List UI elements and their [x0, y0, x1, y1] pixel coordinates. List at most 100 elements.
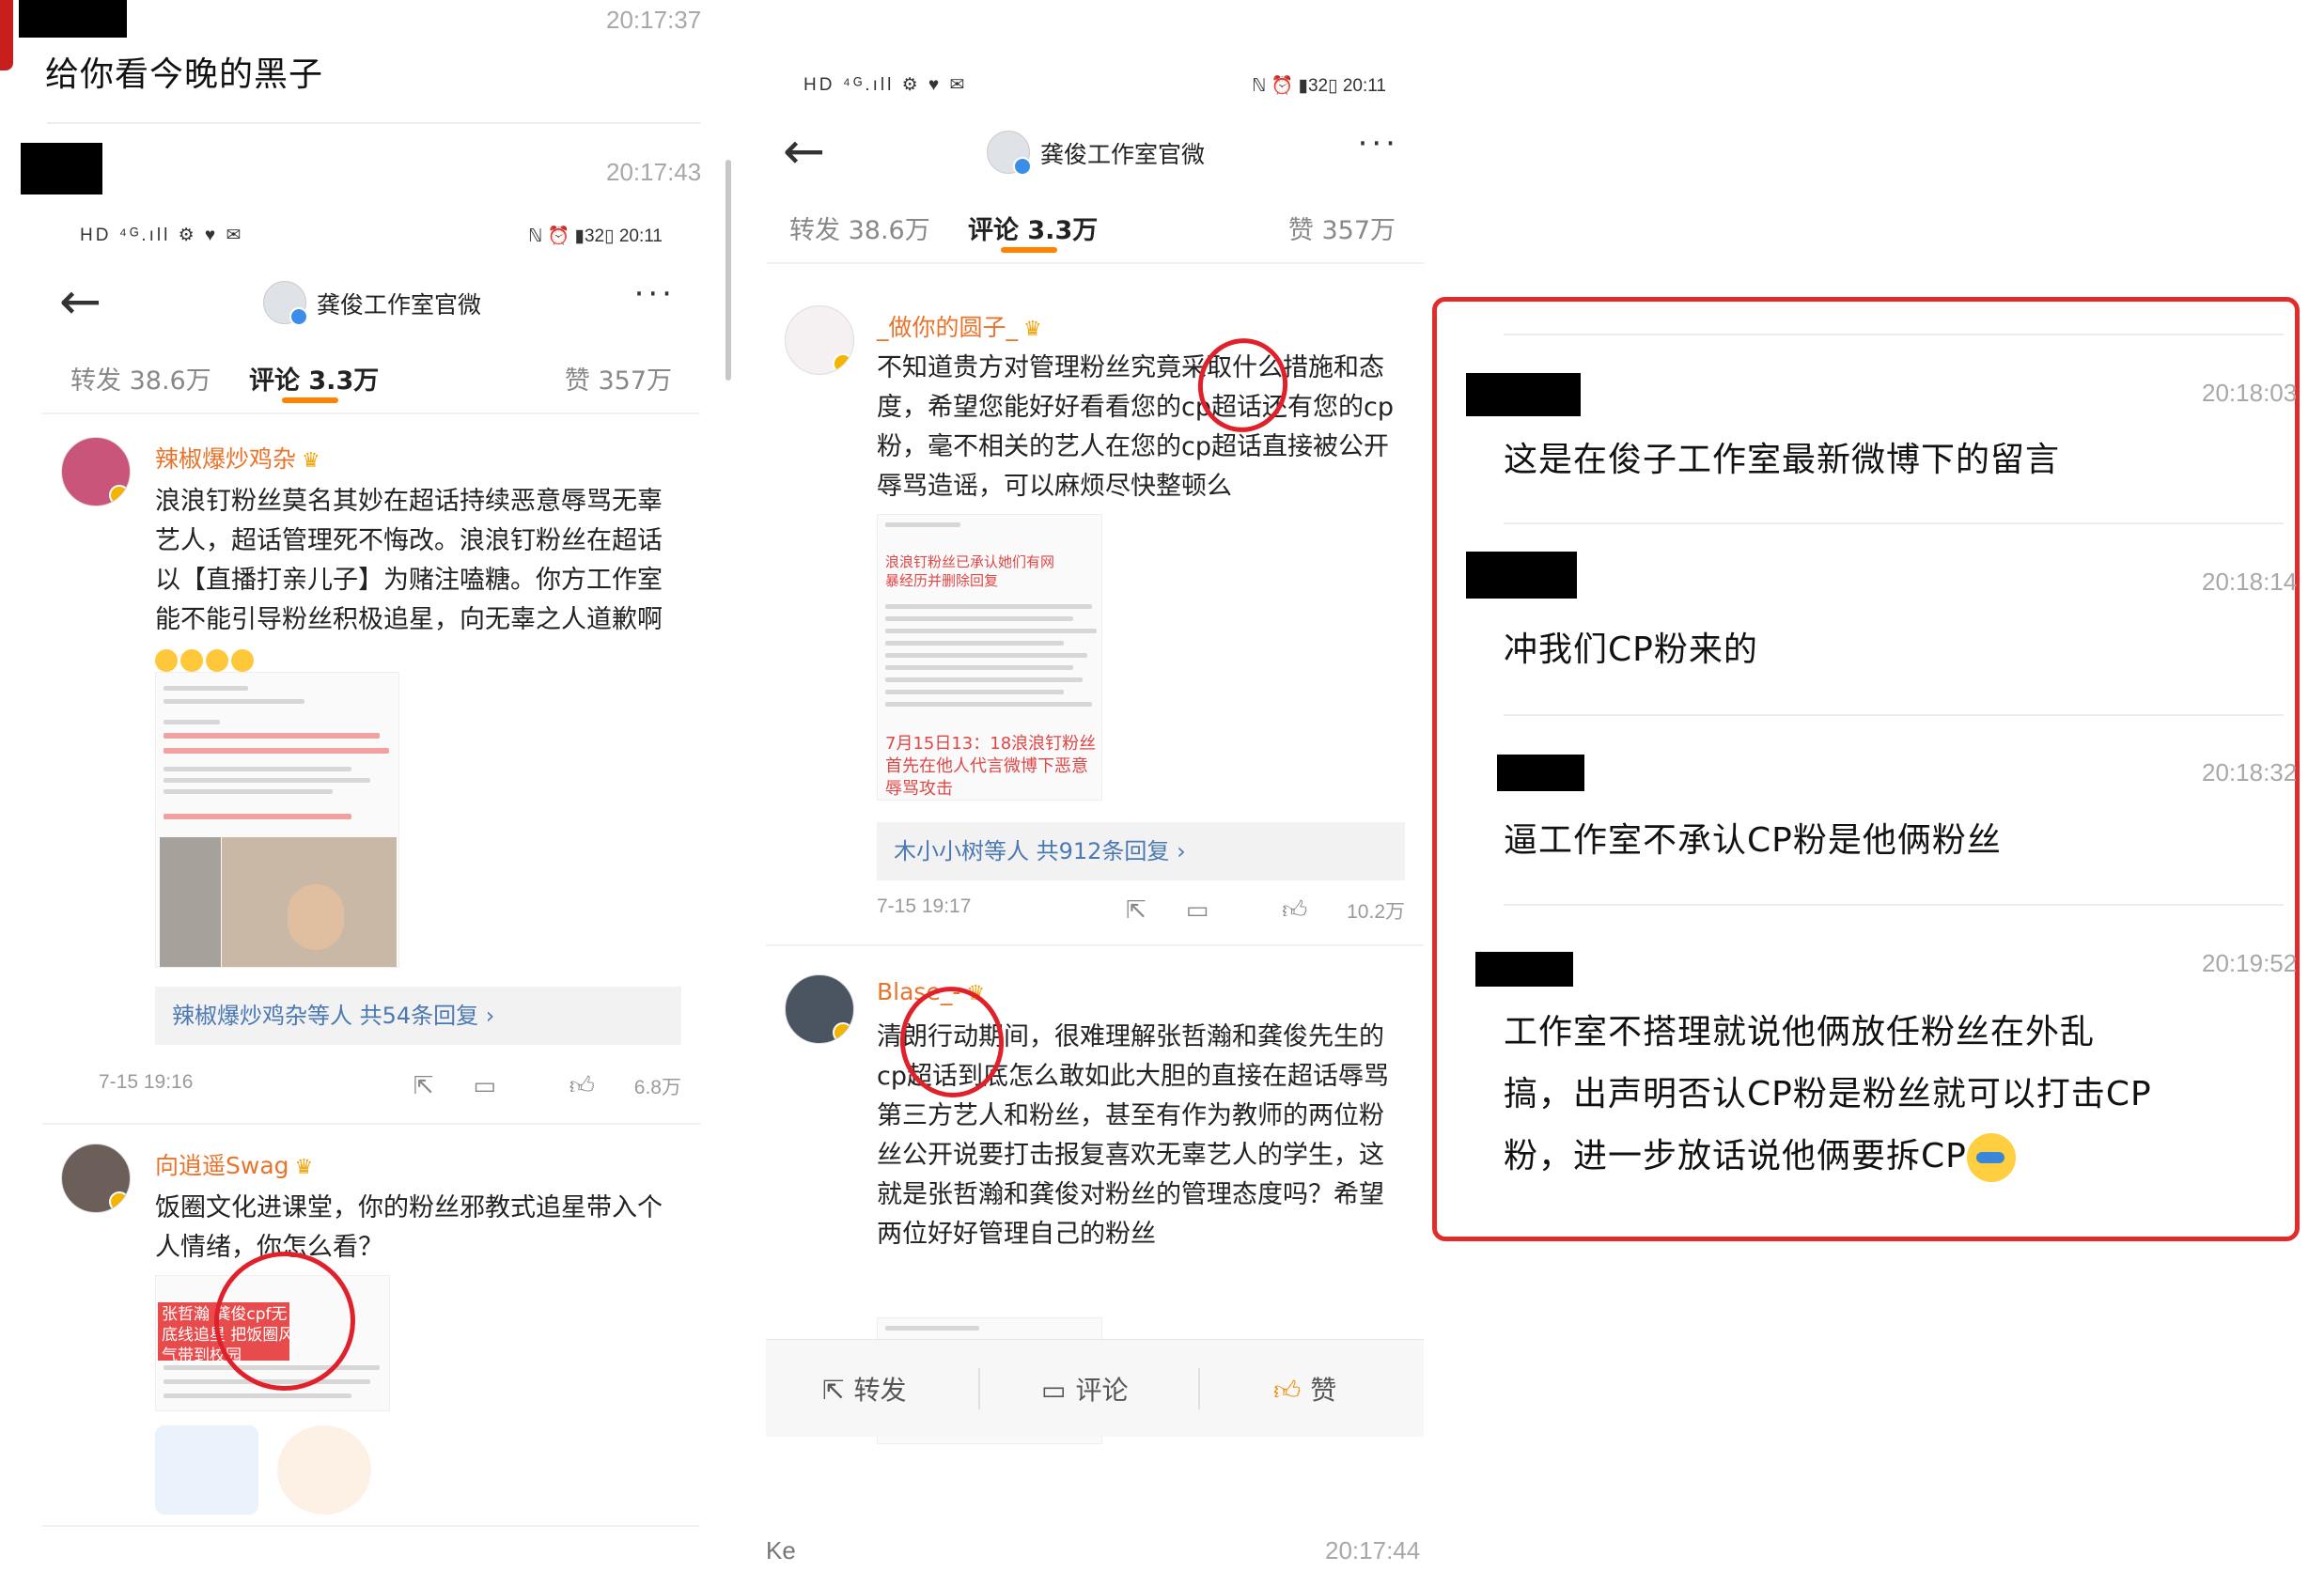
comment-username[interactable]: 辣椒爆炒鸡杂 ♛: [155, 441, 320, 475]
status-time: 20:11: [618, 226, 663, 246]
status-time: 20:11: [1342, 76, 1386, 96]
signal-icons: HD ⁴ᴳ.ıll ⚙ ♥ ✉: [803, 75, 968, 95]
tab-reposts[interactable]: 转发 38.6万: [70, 360, 211, 397]
chat-message-line: 搞，出声明否认CP粉是粉丝就可以打击CP: [1504, 1075, 2152, 1113]
status-icons: ℕ ⏰ ▮32▯: [1252, 76, 1343, 96]
divider: [1504, 334, 2284, 335]
comment-date: 7-15 19:17: [877, 895, 972, 917]
chat-message: 工作室不搭理就说他俩放任粉丝在外乱 搞，出声明否认CP粉是粉丝就可以打击CP 粉…: [1504, 1002, 2152, 1188]
scrollbar[interactable]: [725, 160, 731, 381]
verified-badge-icon: [833, 353, 853, 374]
repost-button[interactable]: ⇱ 转发: [822, 1370, 906, 1408]
divider: [766, 944, 1424, 946]
user-avatar[interactable]: [785, 305, 854, 375]
like-count: 6.8万: [633, 1077, 681, 1098]
thumbs-up-icon[interactable]: 👍︎: [569, 1072, 595, 1100]
divider: [978, 1368, 980, 1409]
comment-username[interactable]: _做你的圆子_ ♛: [877, 309, 1042, 343]
comment-text: 浪浪钉粉丝莫名其妙在超话持续恶意辱骂无辜艺人，超话管理死不悔改。浪浪钉粉丝在超话…: [155, 482, 681, 679]
chat-message: 逼工作室不承认CP粉是他俩粉丝: [1504, 821, 2002, 860]
user-avatar[interactable]: [785, 974, 854, 1044]
crown-icon: ♛: [302, 449, 320, 473]
redacted-sender-3: [1466, 373, 1581, 416]
bottom-action-bar: ⇱ 转发 ▭ 评论 👍︎ 赞: [766, 1339, 1424, 1437]
tab-likes[interactable]: 赞 357万: [565, 360, 672, 397]
divider: [42, 1525, 700, 1527]
redacted-sender-5: [1497, 755, 1584, 791]
partial-text: Ke: [766, 1536, 796, 1564]
comment-date: 7-15 19:16: [99, 1071, 194, 1093]
crying-emoji-icons: [155, 645, 257, 674]
redacted-sender-6: [1475, 952, 1573, 987]
back-arrow-icon[interactable]: ←: [59, 273, 101, 330]
divider: [766, 262, 1424, 264]
tab-likes[interactable]: 赞 357万: [1288, 210, 1396, 246]
image-caption: 浪浪钉粉丝已承认她们有网暴经历并删除回复: [885, 553, 1055, 589]
comment-image[interactable]: [155, 672, 399, 968]
tab-bar: 转发 38.6万 评论 3.3万 赞 357万: [766, 193, 1424, 258]
account-title[interactable]: 龚俊工作室官微: [1040, 136, 1205, 170]
chat-message-line: 粉，进一步放话说他俩要拆CP: [1504, 1126, 2152, 1188]
divider: [1198, 1368, 1200, 1409]
repost-icon: ⇱: [822, 1375, 845, 1406]
divider: [1504, 714, 2284, 716]
verified-badge-icon: [833, 1022, 853, 1043]
redacted-sender-4: [1466, 552, 1577, 599]
comment-text: 不知道贵方对管理粉丝究竟采取什么措施和态度，希望您能好好看看您的cp超话还有您的…: [877, 353, 1394, 501]
active-tab-indicator: [1001, 247, 1057, 253]
like-button[interactable]: 👍︎ 赞: [1273, 1370, 1336, 1408]
divider: [42, 412, 700, 414]
user-avatar[interactable]: [61, 1144, 131, 1213]
redacted-sender-2: [21, 143, 102, 195]
message-timestamp: 20:18:03: [2202, 379, 2298, 407]
message-timestamp: 20:19:52: [2202, 949, 2298, 977]
replies-link[interactable]: 木小小树等人 共912条回复 ›: [877, 822, 1405, 880]
status-icons: ℕ ⏰ ▮32▯: [528, 226, 619, 246]
active-tab-indicator: [282, 397, 338, 403]
account-avatar[interactable]: [263, 281, 308, 326]
tab-reposts[interactable]: 转发 38.6万: [789, 210, 930, 246]
share-icon[interactable]: ⇱: [413, 1072, 434, 1100]
chat-message: 冲我们CP粉来的: [1504, 630, 1758, 669]
comment-image[interactable]: 浪浪钉粉丝已承认她们有网暴经历并删除回复 7月15日13：18浪浪钉粉丝首先在他…: [877, 514, 1102, 801]
comment-meta: 7-15 19:16 ⇱ ▭ 👍︎ 6.8万: [99, 1071, 681, 1109]
tab-comments[interactable]: 评论 3.3万: [249, 360, 379, 397]
back-arrow-icon[interactable]: ←: [783, 123, 825, 179]
signal-icons: HD ⁴ᴳ.ıll ⚙ ♥ ✉: [80, 226, 244, 245]
status-bar: HD ⁴ᴳ.ıll ⚙ ♥ ✉ ℕ ⏰ ▮32▯ 20:11: [42, 211, 700, 258]
divider: [1504, 522, 2284, 524]
chat-message-line: 工作室不搭理就说他俩放任粉丝在外乱: [1504, 1013, 2096, 1051]
comment-icon[interactable]: ▭: [473, 1072, 496, 1100]
comment-icon: ▭: [1041, 1375, 1067, 1406]
chat-message: 给你看今晚的黑子: [45, 55, 324, 94]
chat-message: 这是在俊子工作室最新微博下的留言: [1504, 441, 2061, 479]
divider: [42, 1123, 700, 1125]
replies-link[interactable]: 辣椒爆炒鸡杂等人 共54条回复 ›: [155, 987, 681, 1045]
divider: [1504, 904, 2284, 906]
image-caption: 7月15日13：18浪浪钉粉丝首先在他人代言微博下恶意辱骂攻击: [885, 734, 1097, 799]
redacted-sender-1: [19, 0, 127, 38]
message-timestamp: 20:18:32: [2202, 758, 2298, 786]
comment-button[interactable]: ▭ 评论: [1041, 1370, 1128, 1408]
status-bar: HD ⁴ᴳ.ıll ⚙ ♥ ✉ ℕ ⏰ ▮32▯ 20:11: [766, 61, 1424, 108]
share-icon[interactable]: ⇱: [1126, 896, 1146, 925]
more-options-icon[interactable]: ···: [1358, 125, 1399, 163]
cartoon-sticker: [155, 1425, 258, 1515]
message-timestamp: 20:18:14: [2202, 568, 2298, 596]
comment-icon[interactable]: ▭: [1186, 896, 1209, 925]
account-title[interactable]: 龚俊工作室官微: [317, 287, 481, 320]
facepalm-emoji-icon: [1966, 1133, 2016, 1182]
comment-text: 饭圈文化进课堂，你的粉丝邪教式追星带入个人情绪，你怎么看？: [155, 1193, 663, 1262]
like-count: 10.2万: [1347, 901, 1405, 923]
tab-comments[interactable]: 评论 3.3万: [968, 210, 1098, 246]
user-avatar[interactable]: [61, 437, 131, 506]
comment-username[interactable]: 向逍遥Swag ♛: [155, 1147, 313, 1181]
thumbs-up-icon: 👍︎: [1273, 1375, 1302, 1406]
nav-bar: ← 龚俊工作室官微 ···: [766, 117, 1424, 185]
thumbs-up-icon[interactable]: 👍︎: [1282, 896, 1307, 925]
account-avatar[interactable]: [987, 131, 1032, 176]
message-timestamp: 20:17:37: [606, 6, 702, 34]
nav-bar: ← 龚俊工作室官微 ···: [42, 268, 700, 335]
verified-badge-icon: [109, 485, 130, 506]
more-options-icon[interactable]: ···: [634, 275, 676, 313]
